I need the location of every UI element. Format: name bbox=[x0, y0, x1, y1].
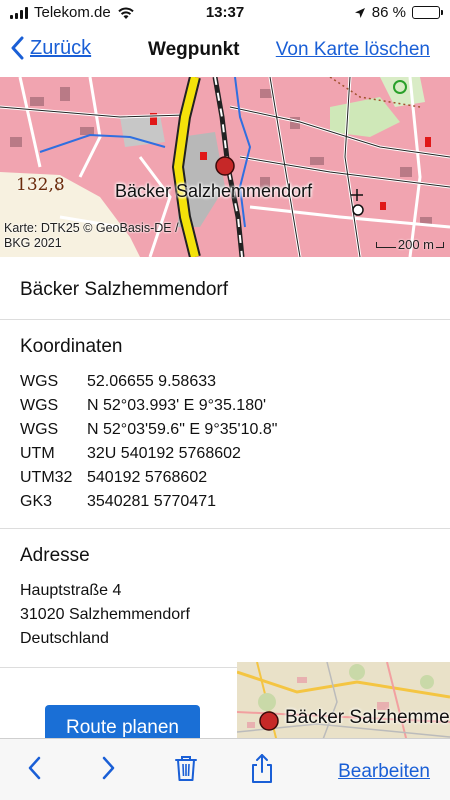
coordinate-value: N 52°03.993' E 9°35.180' bbox=[87, 397, 267, 414]
edit-button[interactable]: Bearbeiten bbox=[338, 761, 430, 783]
coordinates-list: WGS 52.06655 9.58633 WGS N 52°03.993' E … bbox=[20, 370, 430, 528]
back-button[interactable]: Zurück bbox=[10, 36, 91, 60]
address-block[interactable]: Hauptstraße 4 31020 Salzhemmendorf Deuts… bbox=[20, 579, 430, 667]
address-section: Adresse Hauptstraße 4 31020 Salzhemmendo… bbox=[0, 529, 450, 668]
chevron-left-icon bbox=[28, 756, 41, 780]
coordinate-value: 52.06655 9.58633 bbox=[87, 373, 217, 390]
coordinate-system: GK3 bbox=[20, 493, 53, 510]
scale-label: 200 m bbox=[397, 237, 434, 252]
map-attribution: Karte: DTK25 © GeoBasis-DE / BKG 2021 bbox=[4, 221, 179, 251]
address-heading: Adresse bbox=[20, 545, 90, 566]
address-street: Hauptstraße 4 bbox=[20, 582, 122, 599]
mini-map-label: Bäcker Salzhemme bbox=[285, 707, 450, 728]
coordinate-row[interactable]: UTM 32U 540192 5768602 bbox=[20, 442, 430, 466]
mini-map[interactable]: Bäcker Salzhemme bbox=[237, 662, 450, 742]
navigation-bar: Zurück Wegpunkt Von Karte löschen bbox=[0, 26, 450, 76]
coordinate-value: 32U 540192 5768602 bbox=[87, 445, 241, 462]
coordinate-system: UTM32 bbox=[20, 469, 73, 486]
address-city: 31020 Salzhemmendorf bbox=[20, 606, 190, 623]
bottom-toolbar: Bearbeiten bbox=[0, 738, 450, 800]
trash-icon bbox=[175, 756, 197, 781]
mini-map-canvas bbox=[237, 662, 450, 742]
coordinate-value: 3540281 5770471 bbox=[87, 493, 217, 510]
coordinates-heading: Koordinaten bbox=[20, 336, 123, 357]
map-scale: 200 m bbox=[375, 237, 444, 252]
map-attribution-line2: BKG 2021 bbox=[4, 236, 62, 250]
location-arrow-icon bbox=[354, 7, 365, 18]
coordinate-value: 540192 5768602 bbox=[87, 469, 208, 486]
battery-percent: 86 % bbox=[371, 4, 406, 21]
waypoint-details: Bäcker Salzhemmendorf Koordinaten WGS 52… bbox=[0, 257, 450, 755]
coordinate-value: N 52°03'59.6" E 9°35'10.8" bbox=[87, 421, 278, 438]
back-label: Zurück bbox=[30, 36, 92, 59]
coordinate-row[interactable]: UTM32 540192 5768602 bbox=[20, 466, 430, 490]
previous-button[interactable] bbox=[25, 753, 43, 788]
battery-icon bbox=[412, 6, 443, 19]
share-icon bbox=[252, 754, 272, 783]
coordinate-system: UTM bbox=[20, 445, 55, 462]
scale-bar bbox=[375, 241, 396, 248]
waypoint-map[interactable]: 132,8 Bäcker Salzhemmendorf Karte: DTK25… bbox=[0, 77, 450, 257]
coordinate-row[interactable]: WGS N 52°03.993' E 9°35.180' bbox=[20, 394, 430, 418]
chevron-left-icon bbox=[11, 36, 24, 60]
next-button[interactable] bbox=[100, 753, 118, 788]
waypoint-name: Bäcker Salzhemmendorf bbox=[0, 257, 450, 320]
coordinate-row[interactable]: WGS N 52°03'59.6" E 9°35'10.8" bbox=[20, 418, 430, 442]
delete-button[interactable] bbox=[173, 753, 199, 788]
coordinate-row[interactable]: WGS 52.06655 9.58633 bbox=[20, 370, 430, 394]
page-title: Wegpunkt bbox=[148, 39, 240, 60]
coordinates-section: Koordinaten WGS 52.06655 9.58633 WGS N 5… bbox=[0, 320, 450, 529]
coordinate-system: WGS bbox=[20, 373, 59, 390]
scale-bar-end bbox=[436, 241, 444, 248]
status-bar: Telekom.de 13:37 86 % bbox=[0, 0, 450, 26]
map-marker-label: Bäcker Salzhemmendorf bbox=[115, 181, 313, 201]
status-right: 86 % bbox=[354, 4, 443, 21]
map-elevation-label: 132,8 bbox=[16, 175, 65, 195]
chevron-right-icon bbox=[102, 756, 115, 780]
address-country: Deutschland bbox=[20, 630, 109, 647]
share-button[interactable] bbox=[249, 753, 275, 790]
coordinate-system: WGS bbox=[20, 421, 59, 438]
coordinate-system: WGS bbox=[20, 397, 59, 414]
action-area: Route planen Bäcker Salzhemme bbox=[0, 662, 450, 755]
remove-from-map-button[interactable]: Von Karte löschen bbox=[276, 39, 430, 61]
coordinate-row[interactable]: GK3 3540281 5770471 bbox=[20, 490, 430, 514]
map-attribution-line1: Karte: DTK25 © GeoBasis-DE / bbox=[4, 221, 179, 235]
